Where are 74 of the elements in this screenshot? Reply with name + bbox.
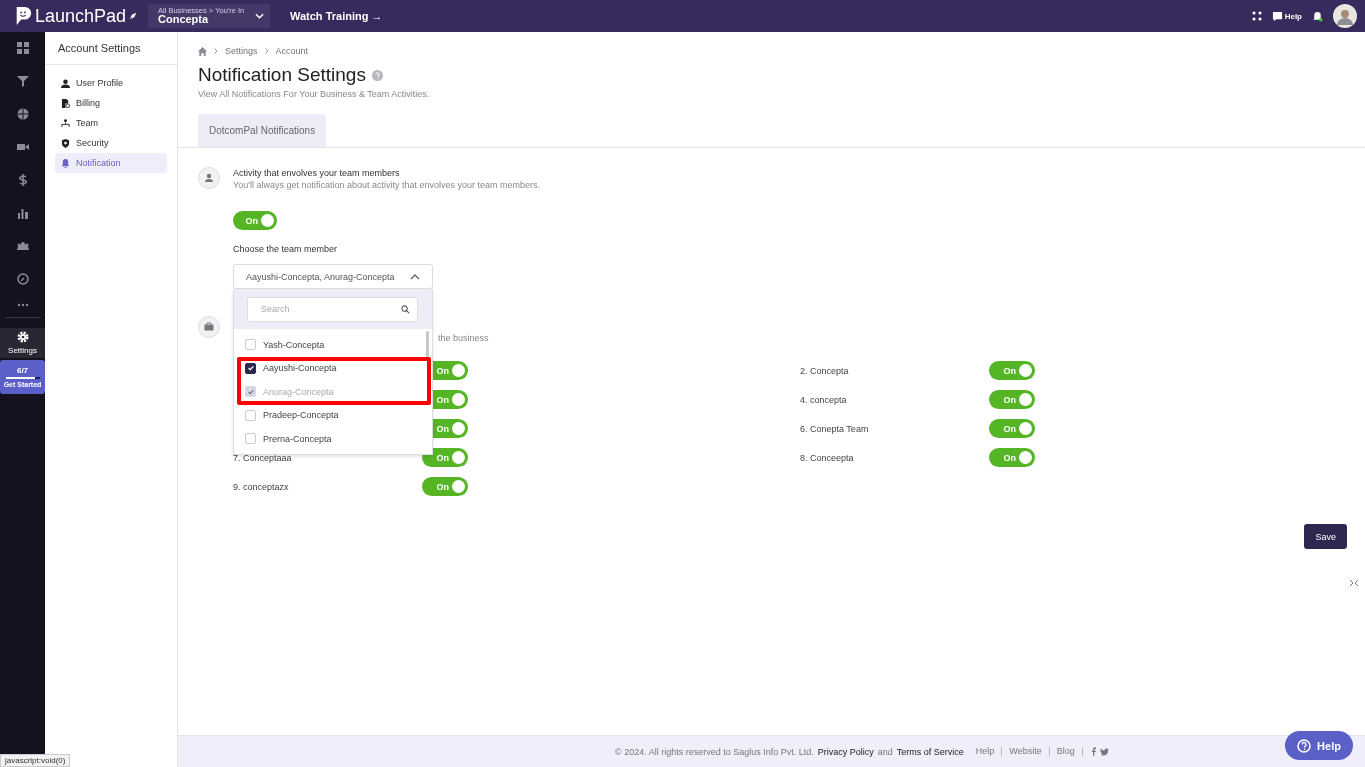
chevron-icon [264,48,269,54]
business-name: 2. Concepta [800,365,850,376]
search-icon [401,304,410,314]
section-description: You'll always get notification about activity that envolves your team members. [233,180,541,190]
bell-icon [61,158,70,168]
search-field[interactable]: Search [247,296,418,322]
help-button[interactable]: Help [1285,731,1353,760]
page-title: Notification Settings [198,64,366,86]
settings-menu-item[interactable]: Team [55,113,167,133]
panel-title: Account Settings [45,32,177,65]
business-name: 7. Conceptaaa [233,452,293,463]
settings-nav-item[interactable]: Settings [0,328,45,358]
gauge-icon[interactable] [16,273,29,285]
apps-icon[interactable] [1251,11,1262,21]
settings-menu-item[interactable]: User Profile [55,73,167,93]
bell-icon[interactable] [1312,10,1323,22]
brand-name: LaunchPad [35,5,127,27]
person-icon [198,167,220,189]
video-icon[interactable] [16,141,29,153]
caret-icon [410,273,420,280]
business-name: 4. concepta [800,394,848,405]
breadcrumb-link[interactable]: Account [275,46,309,56]
person-icon [61,78,70,88]
checkbox[interactable] [245,362,256,374]
people-icon[interactable] [16,240,29,252]
page-subtitle: View All Notifications For Your Business & Team Activities. [198,89,431,99]
section-description: the business [437,333,489,343]
footer-link[interactable]: Help [975,747,1003,756]
briefcase-icon [198,316,220,338]
document-icon [61,98,70,108]
shield-icon [61,138,70,148]
twitter-icon[interactable] [1099,747,1109,756]
settings-menu-item[interactable]: Billing [55,93,167,113]
member-select[interactable]: Aayushi-Concepta, Anurag-Concepta [233,264,433,289]
settings-icon [16,331,29,343]
team-icon [61,118,70,128]
chevron-icon [255,13,264,19]
funnel-icon[interactable] [16,75,29,87]
home-icon[interactable] [198,46,207,56]
privacy-policy-link[interactable]: Privacy Policy [817,746,874,757]
settings-menu-item[interactable]: Notification [55,153,167,173]
watch-training-link[interactable]: Watch Training → [290,10,383,22]
section-title: Activity that envolves your team members [233,168,400,178]
breadcrumb-link[interactable]: Settings [225,46,258,56]
footer-link[interactable]: Blog [1049,747,1083,756]
globe-icon[interactable] [16,108,29,120]
business-name: 9. conceptazx [233,481,290,492]
help-link[interactable]: Help [1271,10,1302,22]
field-label: Choose the team member [233,244,338,254]
chevron-icon [214,48,218,54]
bar-chart-icon[interactable] [16,207,29,219]
copyright-text: © 2024. All rights reserved to Saglus Info Pvt. Ltd. [615,746,814,757]
help-icon [1271,10,1283,22]
dashboard-icon[interactable] [16,42,29,54]
collapse-icon[interactable] [1349,579,1359,587]
save-button[interactable]: Save [1304,524,1347,549]
check-icon [246,364,255,373]
footer-link[interactable]: Website [1002,747,1050,756]
dollar-icon[interactable] [16,174,29,186]
tab[interactable]: DotcomPal Notifications [198,114,327,147]
settings-menu-item[interactable]: Security [55,133,167,153]
rocket-icon [129,11,138,20]
question-icon [1297,738,1312,753]
terms-link[interactable]: Terms of Service [896,746,964,757]
more-icon[interactable] [16,303,29,307]
footer-text: and [877,746,893,757]
facebook-icon[interactable] [1090,747,1096,756]
business-name: 8. Conceepta [800,452,855,463]
avatar[interactable] [1333,4,1357,28]
business-name: 6. Conepta Team [800,423,870,434]
status-url: javascript:void(0) [0,754,71,767]
member-option[interactable]: Yash-Concepta [245,333,432,357]
check-icon [246,387,255,396]
logo-icon [14,6,32,26]
